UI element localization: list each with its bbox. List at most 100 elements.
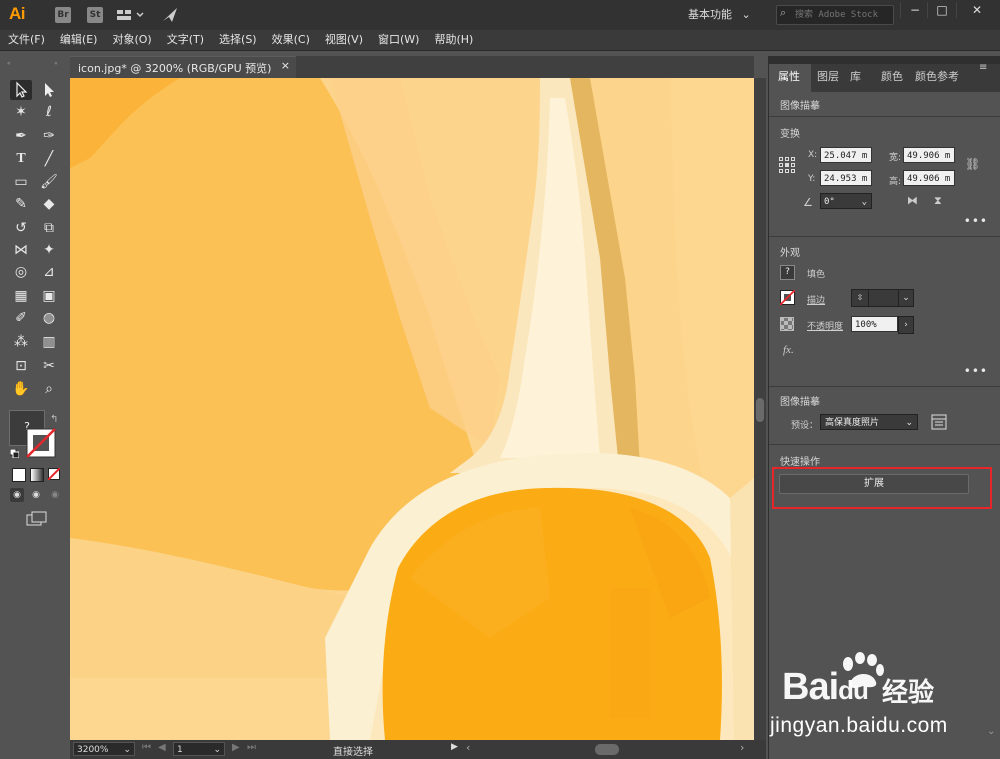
fill-swatch-small[interactable]: ? (780, 265, 795, 280)
draw-inside-icon[interactable]: ◉ (48, 488, 62, 502)
menu-type[interactable]: 文字(T) (159, 30, 211, 50)
slice-tool-icon[interactable]: ✂ (38, 356, 60, 376)
none-mode-icon[interactable] (47, 467, 61, 481)
tab-color[interactable]: 颜色 (881, 68, 903, 84)
hand-tool-icon[interactable]: ✋ (10, 379, 32, 399)
column-graph-tool-icon[interactable]: ▥ (38, 332, 60, 352)
gradient-mode-icon[interactable] (30, 468, 44, 482)
width-tool-icon[interactable]: ⋈ (10, 240, 32, 260)
first-artboard-icon[interactable]: ⏮ (142, 742, 151, 753)
stroke-label[interactable]: 描边 (807, 293, 825, 306)
tab-layers[interactable]: 图层 (817, 68, 839, 84)
gradient-tool-icon[interactable]: ▣ (38, 286, 60, 306)
chevron-down-icon[interactable]: ⌄ (898, 289, 914, 307)
menu-edit[interactable]: 编辑(E) (52, 30, 105, 50)
height-field[interactable]: 49.906 m (903, 170, 955, 186)
opacity-label[interactable]: 不透明度 (807, 319, 843, 332)
paintbrush-tool-icon[interactable]: 🖌 (38, 172, 60, 192)
stroke-weight-stepper[interactable]: ⇳ (851, 289, 869, 307)
menu-effect[interactable]: 效果(C) (264, 30, 317, 50)
scroll-left-icon[interactable]: ‹ (466, 741, 470, 754)
magic-wand-tool-icon[interactable]: ✶ (10, 102, 32, 122)
reference-point-icon[interactable] (779, 157, 795, 173)
status-menu-icon[interactable]: ▶ (451, 742, 458, 752)
publish-icon[interactable] (160, 6, 180, 24)
eyedropper-tool-icon[interactable]: ✐ (10, 308, 32, 328)
draw-normal-icon[interactable]: ◉ (10, 488, 24, 502)
search-input[interactable] (795, 6, 891, 24)
tools-grip[interactable]: «« (6, 56, 66, 67)
previous-artboard-icon[interactable]: ◀ (158, 742, 166, 753)
change-screen-mode-icon[interactable] (25, 511, 49, 527)
stroke-swatch-small[interactable] (779, 289, 796, 306)
constrain-proportions-icon[interactable]: ⛓ (965, 157, 980, 173)
vertical-scroll-thumb[interactable] (756, 398, 764, 422)
scroll-right-icon[interactable]: › (740, 741, 744, 754)
appearance-more-options-icon[interactable]: ••• (964, 364, 988, 378)
document-tab[interactable]: icon.jpg* @ 3200% (RGB/GPU 预览) × (70, 56, 296, 79)
zoom-tool-icon[interactable]: ⌕ (38, 379, 60, 399)
stroke-swatch[interactable] (26, 428, 56, 458)
panel-grip[interactable] (769, 56, 1000, 64)
vertical-scrollbar[interactable] (754, 78, 766, 740)
default-fill-stroke-icon[interactable] (9, 448, 20, 459)
menu-help[interactable]: 帮助(H) (426, 30, 480, 50)
puppet-warp-tool-icon[interactable]: ✦ (38, 240, 60, 260)
pen-tool-icon[interactable]: ✒ (10, 126, 32, 146)
close-icon[interactable]: × (281, 59, 290, 72)
symbol-sprayer-tool-icon[interactable]: ⁂ (10, 332, 32, 352)
angle-field[interactable]: 0° ⌄ (820, 193, 872, 209)
next-artboard-icon[interactable]: ▶ (232, 742, 240, 753)
menu-window[interactable]: 窗口(W) (370, 30, 426, 50)
close-window-button[interactable]: ✕ (956, 2, 997, 18)
tab-libraries[interactable]: 库 (850, 68, 861, 84)
perspective-grid-tool-icon[interactable]: ⊿ (38, 262, 60, 282)
opacity-field[interactable]: 100% (851, 316, 898, 332)
shape-builder-tool-icon[interactable]: ◎ (10, 262, 32, 282)
transform-more-options-icon[interactable]: ••• (964, 214, 988, 228)
curvature-tool-icon[interactable]: ✑ (38, 126, 60, 146)
draw-behind-icon[interactable]: ◉ (29, 488, 43, 502)
menu-object[interactable]: 对象(O) (104, 30, 158, 50)
blend-tool-icon[interactable]: ◍ (38, 308, 60, 328)
workspace-switcher[interactable]: 基本功能 ⌄ (688, 6, 766, 24)
flip-horizontal-icon[interactable]: ⧓ (907, 194, 918, 207)
chevron-right-icon[interactable]: › (898, 316, 914, 334)
mesh-tool-icon[interactable]: ▦ (10, 286, 32, 306)
zoom-level-select[interactable]: 3200% ⌄ (73, 742, 135, 756)
stroke-weight-field[interactable] (868, 289, 900, 307)
rotate-tool-icon[interactable]: ↺ (10, 218, 32, 238)
arrange-documents-icon[interactable] (116, 7, 144, 23)
image-trace-panel-icon[interactable] (931, 414, 947, 430)
tab-properties[interactable]: 属性 (778, 68, 800, 84)
preset-select[interactable]: 高保真度照片 ⌄ (820, 414, 918, 430)
tab-color-guide[interactable]: 颜色参考 (915, 68, 959, 84)
flip-vertical-icon[interactable]: ⧗ (934, 194, 942, 208)
maximize-button[interactable]: □ (927, 2, 956, 18)
eraser-tool-icon[interactable]: ◆ (38, 194, 60, 214)
line-tool-icon[interactable]: ╱ (38, 149, 60, 169)
menu-view[interactable]: 视图(V) (317, 30, 370, 50)
lasso-tool-icon[interactable]: ℓ (38, 102, 60, 122)
fx-icon[interactable]: fx. (783, 344, 794, 356)
type-tool-icon[interactable]: T (10, 149, 32, 169)
bridge-icon[interactable]: Br (55, 7, 71, 23)
menu-file[interactable]: 文件(F) (0, 30, 52, 50)
shaper-tool-icon[interactable]: ✎ (10, 194, 32, 214)
last-artboard-icon[interactable]: ⏭ (247, 742, 256, 753)
artboard-tool-icon[interactable]: ⊡ (10, 356, 32, 376)
y-field[interactable]: 24.953 m (820, 170, 872, 186)
minimize-button[interactable]: − (900, 2, 929, 18)
selection-tool-icon[interactable] (10, 80, 32, 100)
artboard-navigator[interactable]: 1 ⌄ (173, 742, 225, 756)
width-field[interactable]: 49.906 m (903, 147, 955, 163)
rectangle-tool-icon[interactable]: ▭ (10, 172, 32, 192)
direct-selection-tool-icon[interactable] (38, 80, 60, 100)
panel-menu-icon[interactable]: ≡ (979, 62, 987, 73)
horizontal-scroll-thumb[interactable] (595, 744, 619, 755)
swap-fill-stroke-icon[interactable]: ↰ (50, 414, 58, 425)
stock-icon[interactable]: St (87, 7, 103, 23)
scale-tool-icon[interactable]: ⧉ (38, 218, 60, 238)
artboard-canvas[interactable] (70, 78, 754, 740)
menu-select[interactable]: 选择(S) (211, 30, 264, 50)
